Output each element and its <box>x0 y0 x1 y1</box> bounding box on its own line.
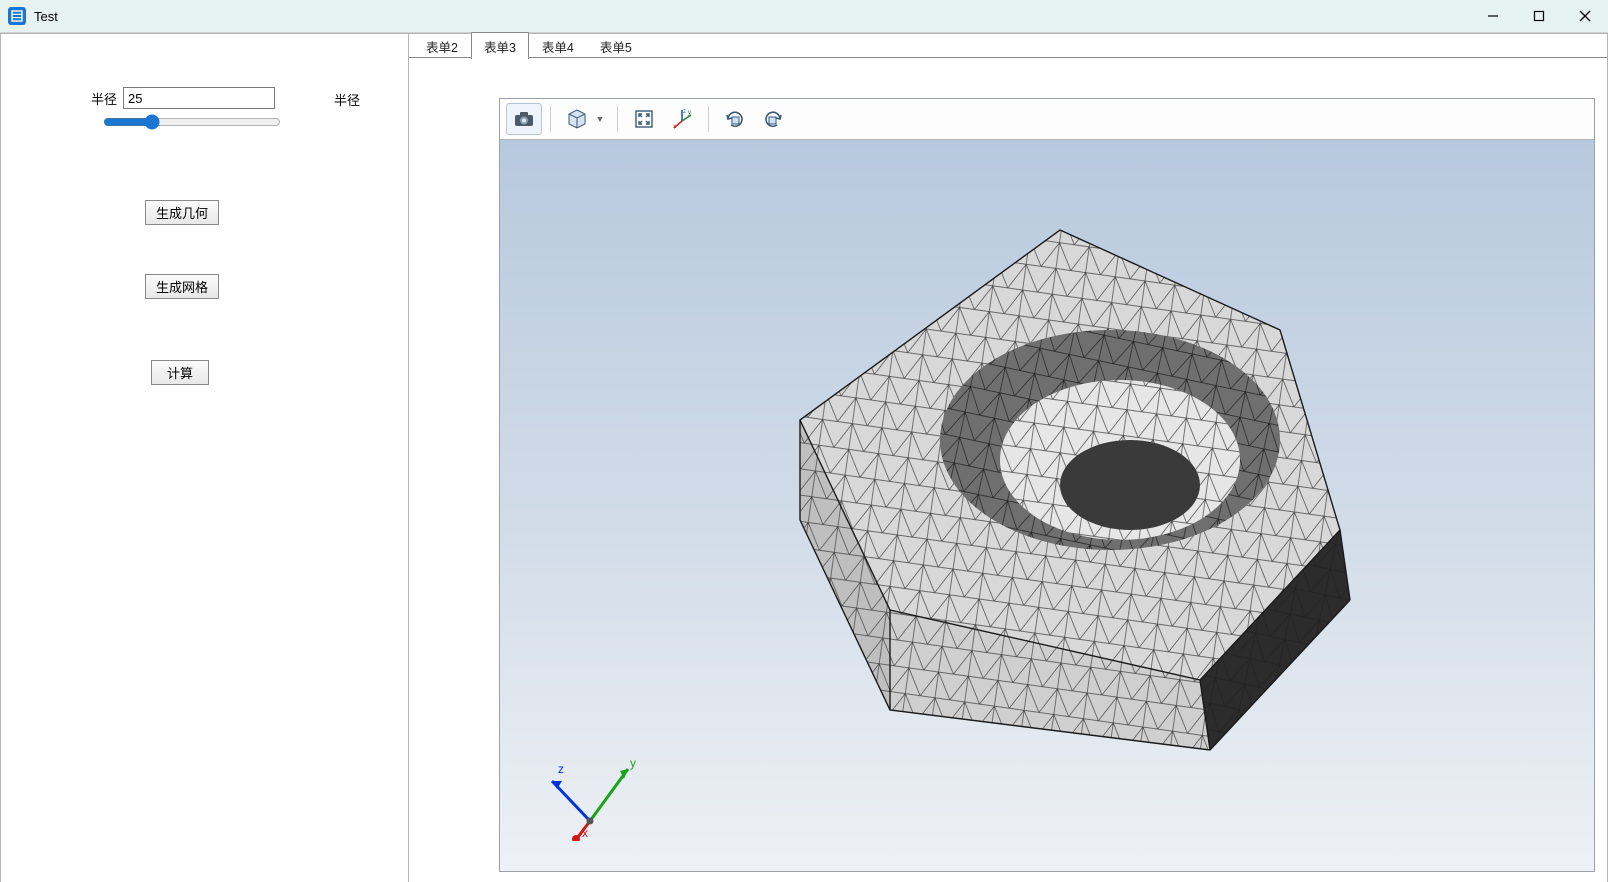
tab-form3[interactable]: 表单3 <box>471 32 529 59</box>
titlebar: Test <box>0 0 1608 33</box>
radius-input[interactable] <box>123 87 275 109</box>
minimize-button[interactable] <box>1470 0 1516 32</box>
mesh-render <box>640 210 1420 770</box>
viewer-toolbar: ▼ <box>500 99 1594 140</box>
window-title: Test <box>34 9 58 24</box>
svg-text:z: z <box>558 762 564 776</box>
axis-triad-icon: y z x <box>540 751 640 841</box>
camera-icon[interactable] <box>506 103 542 135</box>
main-panel: 表单2 表单3 表单4 表单5 <box>409 34 1607 882</box>
svg-text:x: x <box>673 124 676 130</box>
sidebar-panel: 半径 半径 生成几何 生成网格 计算 <box>1 34 409 882</box>
svg-text:y: y <box>630 756 636 770</box>
svg-text:z: z <box>683 109 686 115</box>
radius-right-label: 半径 <box>334 90 360 109</box>
app-icon <box>8 7 26 25</box>
tab-form4[interactable]: 表单4 <box>529 32 587 59</box>
axis-orientation-icon[interactable]: z y x <box>664 103 700 135</box>
rotate-ccw-icon[interactable] <box>755 103 791 135</box>
maximize-button[interactable] <box>1516 0 1562 32</box>
3d-viewport[interactable]: y z x <box>500 140 1594 871</box>
svg-text:x: x <box>582 826 588 840</box>
view-cube-icon[interactable] <box>559 103 595 135</box>
tab-bar: 表单2 表单3 表单4 表单5 <box>409 34 1607 58</box>
generate-geometry-button[interactable]: 生成几何 <box>145 200 219 225</box>
view-cube-dropdown[interactable]: ▼ <box>595 114 605 124</box>
radius-slider[interactable] <box>103 114 281 130</box>
tab-form2[interactable]: 表单2 <box>413 32 471 59</box>
viewer-area: ▼ <box>499 98 1595 872</box>
svg-text:y: y <box>688 110 691 116</box>
radius-label: 半径 <box>91 89 117 108</box>
compute-button[interactable]: 计算 <box>151 360 209 385</box>
rotate-cw-icon[interactable] <box>717 103 753 135</box>
close-button[interactable] <box>1562 0 1608 32</box>
fit-to-window-icon[interactable] <box>626 103 662 135</box>
tab-form5[interactable]: 表单5 <box>587 32 645 59</box>
generate-mesh-button[interactable]: 生成网格 <box>145 274 219 299</box>
